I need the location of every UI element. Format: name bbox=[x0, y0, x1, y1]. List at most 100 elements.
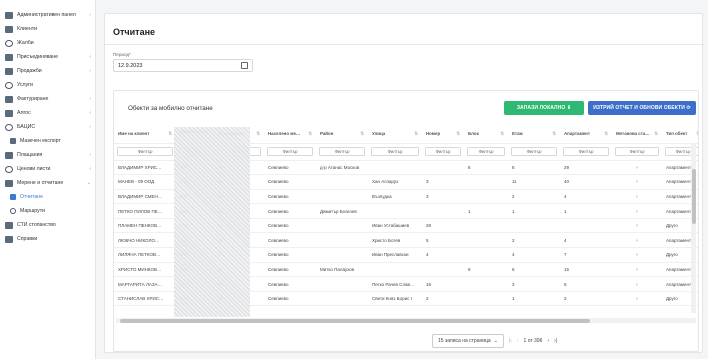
column-header-label: Улица bbox=[372, 131, 386, 137]
admin-panel-icon bbox=[5, 11, 13, 19]
table-cell bbox=[316, 291, 368, 307]
divider bbox=[105, 44, 704, 45]
sidebar-item[interactable]: БАЦИС ‹ bbox=[0, 120, 95, 134]
remove-icon[interactable]: × bbox=[612, 232, 662, 249]
filter-button[interactable]: Филтър bbox=[117, 147, 173, 156]
table-cell: 29 bbox=[560, 160, 612, 176]
remove-icon[interactable]: × bbox=[612, 218, 662, 234]
sort-icon[interactable]: ⇅ bbox=[604, 131, 608, 137]
column-header[interactable]: Населено ме… ⇅ bbox=[264, 126, 316, 144]
filter-button[interactable]: Филтър bbox=[467, 147, 505, 156]
first-page-icon[interactable]: |‹ bbox=[509, 338, 512, 344]
sort-icon[interactable]: ⇅ bbox=[696, 131, 698, 137]
save-locally-button[interactable]: ЗАПАЗИ ЛОКАЛНО ⬇ bbox=[504, 101, 584, 115]
clear-and-refresh-button[interactable]: ИЗТРИЙ ОТЧЕТ И ОБНОВИ ОБЕКТИ ⟳ bbox=[588, 101, 696, 115]
filter-button[interactable]: Филтър bbox=[371, 147, 419, 156]
sidebar-item[interactable]: Маршрути bbox=[0, 204, 95, 218]
chevron-down-icon: ⌄ bbox=[493, 338, 498, 344]
invoice-icon bbox=[5, 95, 13, 103]
filter-button[interactable]: Филтър bbox=[511, 147, 557, 156]
chevron-icon: ‹ bbox=[89, 68, 91, 74]
sidebar-item[interactable]: Отчитане bbox=[0, 190, 95, 204]
sort-icon[interactable]: ⇅ bbox=[414, 131, 418, 137]
remove-icon[interactable]: × bbox=[612, 174, 662, 190]
sidebar-item-label: Плащания bbox=[17, 152, 43, 158]
sort-icon[interactable]: ⇅ bbox=[654, 131, 658, 137]
table-cell bbox=[464, 276, 508, 292]
filter-button[interactable]: Филтър bbox=[319, 147, 365, 156]
table-cell: Петко Рачев Слав… bbox=[368, 276, 422, 292]
column-header[interactable]: Метанова ста… ⇅ bbox=[612, 126, 662, 144]
table-cell: 6 bbox=[508, 262, 560, 278]
remove-icon[interactable]: × bbox=[612, 276, 662, 292]
filter-cell: Филтър bbox=[612, 143, 662, 161]
vertical-scroll-thumb[interactable] bbox=[691, 169, 696, 224]
column-header[interactable]: Номер ⇅ bbox=[422, 126, 464, 144]
sort-icon[interactable]: ⇅ bbox=[308, 131, 312, 137]
clear-and-refresh-label: ИЗТРИЙ ОТЧЕТ И ОБНОВИ ОБЕКТИ bbox=[593, 105, 685, 111]
sidebar-item[interactable]: Жалби bbox=[0, 36, 95, 50]
sidebar-item[interactable]: Мазечен експорт bbox=[0, 134, 95, 148]
filter-button[interactable]: Филтър bbox=[267, 147, 313, 156]
remove-icon[interactable]: × bbox=[612, 262, 662, 278]
filter-button[interactable]: Филтър bbox=[615, 147, 659, 156]
required-mark: * bbox=[129, 52, 131, 57]
sidebar-item[interactable]: Услуги bbox=[0, 78, 95, 92]
sort-icon[interactable]: ⇅ bbox=[500, 131, 504, 137]
sidebar-item[interactable]: Клиенти bbox=[0, 22, 95, 36]
table-cell: 4 bbox=[560, 232, 612, 249]
sidebar-item-label: Алгос bbox=[17, 110, 31, 116]
filter-cell: Филтър bbox=[368, 143, 422, 161]
table-cell bbox=[464, 247, 508, 263]
chevron-icon: ‹ bbox=[89, 152, 91, 158]
table-cell: Митко Палаузов bbox=[316, 262, 368, 278]
column-header[interactable]: Тип обект ⇅ bbox=[662, 126, 698, 144]
price-list-icon bbox=[5, 165, 13, 173]
sort-icon[interactable]: ⇅ bbox=[552, 131, 556, 137]
sidebar: Административен панел ‹ Клиенти Жалби Присъе… bbox=[0, 0, 96, 359]
vertical-scrollbar[interactable] bbox=[691, 143, 696, 313]
column-header[interactable]: Етаж ⇅ bbox=[508, 126, 560, 144]
sort-icon[interactable]: ⇅ bbox=[456, 131, 460, 137]
sidebar-item[interactable]: Ценови листи ‹ bbox=[0, 162, 95, 176]
column-header[interactable]: Улица ⇅ bbox=[368, 126, 422, 144]
sidebar-item[interactable]: Административен панел ‹ bbox=[0, 8, 95, 22]
filter-button[interactable]: Филтър bbox=[563, 147, 609, 156]
sort-icon[interactable]: ⇅ bbox=[168, 131, 172, 137]
sidebar-item[interactable]: СТИ стопанство bbox=[0, 218, 95, 232]
table-cell: Севлиево bbox=[264, 232, 316, 249]
column-header-label: Име на клиент bbox=[118, 131, 150, 137]
sidebar-item[interactable]: Алгос ‹ bbox=[0, 106, 95, 120]
column-header[interactable]: Район ⇅ bbox=[316, 126, 368, 144]
remove-icon[interactable]: × bbox=[612, 247, 662, 263]
sidebar-item[interactable]: Фактуриране ‹ bbox=[0, 92, 95, 106]
sidebar-item[interactable]: Справки bbox=[0, 232, 95, 246]
sti-icon bbox=[5, 221, 13, 229]
calendar-icon[interactable] bbox=[241, 62, 248, 69]
horizontal-scroll-thumb[interactable] bbox=[120, 318, 590, 323]
sidebar-item[interactable]: Присъединяване ‹ bbox=[0, 50, 95, 64]
last-page-icon[interactable]: ›| bbox=[554, 338, 557, 344]
remove-icon[interactable]: × bbox=[612, 160, 662, 176]
reports-icon bbox=[5, 235, 13, 243]
column-header[interactable]: Блок ⇅ bbox=[464, 126, 508, 144]
sidebar-item[interactable]: Мерене и отчитане ⌄ bbox=[0, 176, 95, 190]
sort-icon[interactable]: ⇅ bbox=[256, 131, 260, 137]
remove-icon[interactable]: × bbox=[612, 203, 662, 219]
sort-icon[interactable]: ⇅ bbox=[360, 131, 364, 137]
next-page-icon[interactable]: › bbox=[547, 338, 549, 344]
horizontal-scrollbar[interactable] bbox=[116, 318, 696, 323]
sidebar-item[interactable]: Плащания ‹ bbox=[0, 148, 95, 162]
column-header[interactable]: Апартамент ⇅ bbox=[560, 126, 612, 144]
table-cell: 7 bbox=[560, 247, 612, 263]
period-date-input[interactable]: 12.9.2023 bbox=[113, 59, 253, 72]
remove-icon[interactable]: × bbox=[612, 189, 662, 205]
column-header[interactable]: Име на клиент ⇅ bbox=[114, 126, 176, 144]
filter-button[interactable]: Филтър bbox=[425, 147, 461, 156]
sidebar-item[interactable]: Продажби ‹ bbox=[0, 64, 95, 78]
chevron-icon: ‹ bbox=[89, 166, 91, 172]
table-cell bbox=[422, 203, 464, 219]
page-size-select[interactable]: 15 записа на страница ⌄ bbox=[432, 334, 504, 348]
prev-page-icon[interactable]: ‹ bbox=[517, 338, 519, 344]
remove-icon[interactable]: × bbox=[612, 291, 662, 307]
